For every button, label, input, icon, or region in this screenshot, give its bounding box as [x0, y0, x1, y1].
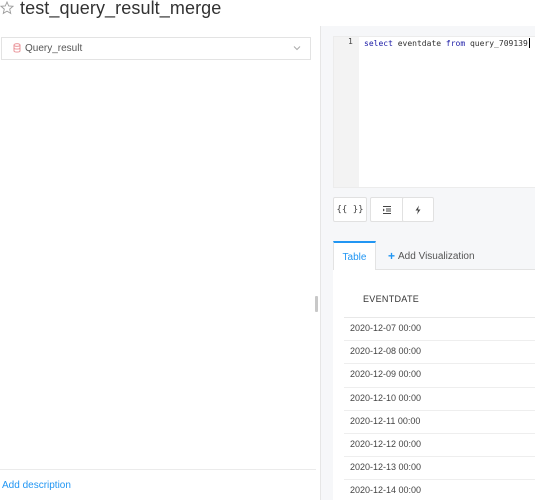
table-cell: 2020-12-12 00:00	[350, 439, 422, 449]
editor-gutter: 1	[334, 37, 359, 187]
right-pane: 1 select eventdate from query_709139 {{ …	[320, 26, 535, 500]
add-description-link[interactable]: Add description	[2, 480, 71, 491]
star-icon[interactable]	[0, 1, 14, 15]
left-pane: Query_result Add description	[0, 26, 320, 500]
autocomplete-toggle-button[interactable]	[402, 197, 434, 222]
line-number: 1	[348, 37, 353, 46]
tab-table[interactable]: Table	[333, 241, 376, 271]
page-title[interactable]: test_query_result_merge	[20, 0, 221, 19]
sql-keyword: from	[445, 39, 466, 48]
lightning-icon	[415, 205, 421, 214]
results-table: EVENTDATE 2020-12-07 00:00 2020-12-08 00…	[333, 270, 535, 500]
column-header-label: EVENTDATE	[363, 294, 420, 304]
table-row: 2020-12-11 00:00	[344, 411, 535, 434]
table-cell: 2020-12-10 00:00	[350, 392, 422, 403]
table-column-header[interactable]: EVENTDATE	[344, 280, 535, 318]
table-row: 2020-12-13 00:00	[344, 457, 535, 481]
table-cell: 2020-12-08 00:00	[350, 346, 422, 357]
text-cursor	[528, 38, 530, 48]
table-row: 2020-12-14 00:00	[344, 480, 535, 500]
table-cell: 2020-12-14 00:00	[350, 485, 422, 496]
table-row: 2020-12-12 00:00	[344, 434, 535, 458]
table-cell: 2020-12-09 00:00	[350, 369, 422, 380]
format-query-button[interactable]	[370, 197, 404, 222]
sql-keyword: select	[364, 39, 393, 48]
table-cell: 2020-12-13 00:00	[350, 462, 422, 473]
database-icon	[13, 43, 21, 53]
table-row: 2020-12-10 00:00	[344, 388, 535, 411]
add-visualization-tab[interactable]: + Add Visualization	[388, 241, 475, 271]
add-visualization-label: Add Visualization	[398, 250, 475, 262]
code-line[interactable]: select eventdate from query_709139	[364, 38, 530, 48]
visualization-tabs: Table + Add Visualization	[333, 241, 535, 271]
plus-icon: +	[388, 249, 396, 263]
sql-text: query_709139	[465, 39, 528, 48]
table-cell: 2020-12-07 00:00	[350, 323, 422, 333]
pane-resize-handle[interactable]	[315, 296, 318, 312]
chevron-down-icon[interactable]	[292, 43, 302, 53]
table-row: 2020-12-07 00:00	[344, 318, 535, 342]
add-parameter-button[interactable]: {{ }}	[333, 197, 367, 222]
divider	[0, 469, 316, 470]
table-row: 2020-12-09 00:00	[344, 364, 535, 388]
table-cell: 2020-12-11 00:00	[350, 415, 421, 426]
table-row: 2020-12-08 00:00	[344, 341, 535, 365]
format-indent-icon	[383, 205, 391, 214]
sql-text: eventdate	[392, 39, 446, 48]
datasource-label: Query_result	[25, 43, 83, 54]
datasource-select[interactable]: Query_result	[1, 37, 311, 60]
page-header: test_query_result_merge	[0, 0, 535, 26]
query-editor[interactable]: 1 select eventdate from query_709139	[333, 36, 535, 188]
